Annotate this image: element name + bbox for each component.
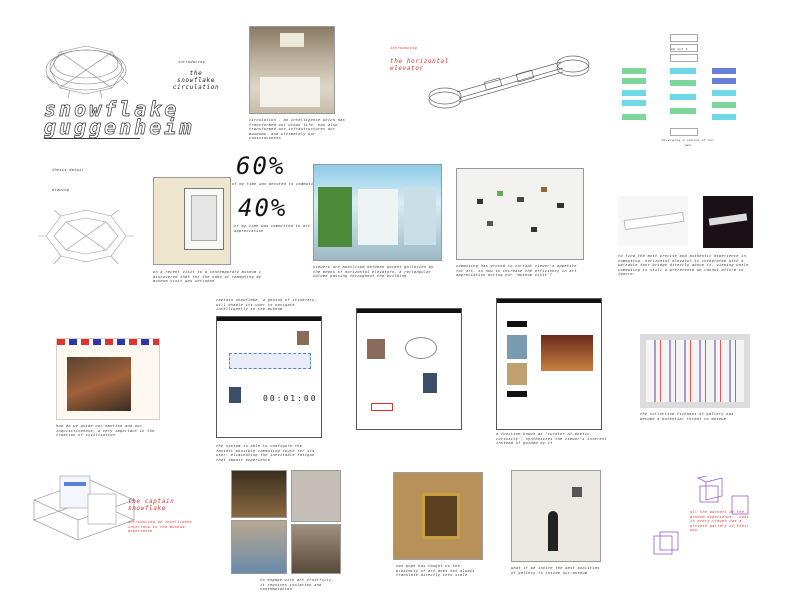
captain-snowflake-title: the captain snowflake [128,498,175,512]
flowchart-diagram: mm out 1 diverging a choice of our own [612,28,752,148]
catalogue-book-photo [640,334,750,408]
intro-label-2: introducing [390,46,418,50]
atrium-caption: viewers are mobilized between pocket gal… [313,265,434,279]
intro-label-1: introducing [178,60,206,64]
detail-text-1: thesis detail [52,168,85,172]
flowchart-footer: diverging a choice of our own [661,138,715,147]
captain-snowflake-drawing [30,470,138,550]
interface-panel-gallery [496,298,602,430]
elevator-caption: to find the most precise and authentic e… [618,254,749,277]
visitor-photo-4 [291,524,341,574]
stat-40-percent: 40% [238,194,288,222]
circulation-caption: circulation - an intelligence which has … [249,118,346,141]
engage-caption: to engage with art fruitfully, it requir… [260,578,334,592]
captain-snowflake-subtitle: introducing an intelligent interface to … [128,520,193,534]
atrium-render [313,164,442,261]
stat-60-caption: of my time was devoted to commuting [232,182,319,186]
elevator-render-white [618,196,688,246]
interface-panel-routes: 00:01:00 [216,316,322,438]
title-underline [44,138,140,139]
snowflake-exploded-model [36,206,136,268]
snowflake-circulation-heading: the snowflake circulation [172,70,220,91]
snowflake-model-image [40,40,132,102]
interface-panel-curiosity [356,308,462,430]
detail-text-2: drawing [52,188,70,192]
visitor-photo-3 [231,520,287,574]
captain-intro-caption: captain snowflake, a genius of itinerary… [216,298,318,312]
horizontal-elevator-drawing [425,52,595,122]
gallery-caption: commuting has proved to corrupt viewer's… [456,264,577,278]
diagram-caption: all the pockets of the museum experience… [690,510,750,533]
van-gogh-photo [393,472,483,560]
stat-40-caption: of my time was committed to art apprecia… [234,224,311,233]
route-timer: 00:01:00 [263,394,318,403]
van-gogh-caption: van gogh has taught us the proximity of … [396,564,475,578]
visitor-photo-2 [291,470,341,522]
postcard-caption: how do we guide our emotion and our inqu… [56,424,155,438]
gallery-render [456,168,584,260]
gallery-visitor-photo [511,470,601,562]
title-guggenheim: guggenheim [44,115,195,139]
visitor-photo-1 [231,470,287,518]
postcard-image [56,338,160,420]
configure-caption: the system is able to configure the fast… [216,444,315,462]
kiosk-photo [153,177,231,265]
museum-hall-photo [249,26,335,114]
elevator-render-dark [703,196,753,248]
stat-60-percent: 60% [236,152,286,180]
synthesis-caption: a function known as 'curator-of-poetic-c… [496,432,607,446]
book-caption: the collective richness of gallery has b… [640,412,734,421]
whatif-caption: what if we invite the best qualities of … [511,566,600,575]
kiosk-caption: on a recent visit to a contemporary muse… [153,270,262,284]
